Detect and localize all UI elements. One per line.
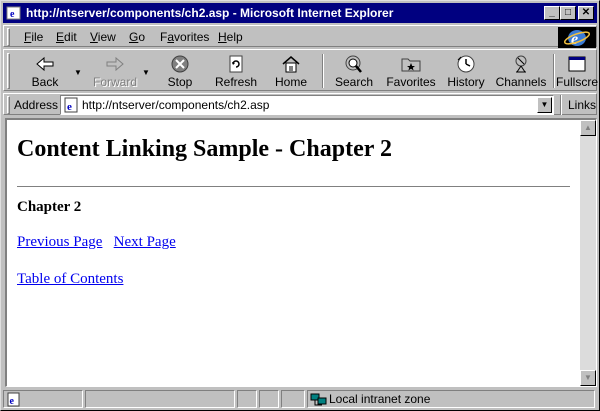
next-page-link[interactable]: Next Page <box>114 234 176 250</box>
address-dropdown-icon[interactable]: ▼ <box>537 97 552 113</box>
back-button[interactable]: Back <box>20 52 70 90</box>
toolbar-grip[interactable] <box>7 53 10 89</box>
toolbar-separator <box>322 54 324 88</box>
standard-toolbar: Back ▼ Forward ▼ Stop Refresh Home Searc… <box>3 49 598 91</box>
stop-icon <box>171 55 189 73</box>
minimize-button[interactable]: _ <box>544 6 560 20</box>
home-label: Home <box>274 75 307 89</box>
fullscreen-icon <box>568 56 586 72</box>
status-page-icon: e <box>7 392 20 407</box>
refresh-icon <box>229 55 243 73</box>
channels-button[interactable]: Channels <box>494 52 548 90</box>
search-button[interactable]: Search <box>330 52 378 90</box>
scroll-down-icon[interactable]: ▼ <box>580 370 596 386</box>
status-pane <box>237 390 257 408</box>
menu-grip[interactable] <box>7 28 10 46</box>
address-label: Address <box>14 98 59 112</box>
menu-help[interactable]: Help <box>218 30 243 44</box>
search-label: Search <box>334 75 374 89</box>
horizontal-rule <box>17 186 570 188</box>
ie-logo: e <box>558 27 596 48</box>
search-globe-icon <box>345 55 362 73</box>
fullscreen-button[interactable]: Fullscre <box>556 52 598 90</box>
back-dropdown-icon[interactable]: ▼ <box>74 68 82 77</box>
status-progress-pane <box>85 390 235 408</box>
address-value: http://ntserver/components/ch2.asp <box>82 98 270 112</box>
address-input[interactable]: e http://ntserver/components/ch2.asp ▼ <box>60 95 554 115</box>
favorites-label: Favorites <box>386 75 436 89</box>
chapter-heading: Chapter 2 <box>17 199 82 215</box>
svg-text:e: e <box>10 396 15 407</box>
toc-block: Table of Contents <box>17 271 570 288</box>
back-arrow-icon <box>36 56 54 72</box>
status-pane <box>259 390 279 408</box>
menu-go[interactable]: Go <box>129 30 145 44</box>
content-frame: Content Linking Sample - Chapter 2 Chapt… <box>5 118 597 387</box>
address-grip[interactable] <box>7 96 10 114</box>
svg-text:e: e <box>10 9 15 20</box>
page-heading: Content Linking Sample - Chapter 2 <box>17 136 392 162</box>
zone-label: Local intranet zone <box>329 392 431 406</box>
refresh-button[interactable]: Refresh <box>212 52 260 90</box>
close-button[interactable]: ✕ <box>578 6 594 20</box>
browser-window: e http://ntserver/components/ch2.asp - M… <box>0 0 600 411</box>
address-separator <box>560 95 562 115</box>
channels-label: Channels <box>495 75 547 89</box>
nav-links: Previous Page Next Page <box>17 234 570 251</box>
status-pane <box>281 390 305 408</box>
status-main-pane: e <box>3 390 83 408</box>
scroll-up-icon[interactable]: ▲ <box>580 120 596 136</box>
fullscreen-label: Fullscre <box>556 75 598 89</box>
ie-e-icon: e <box>563 30 591 48</box>
status-bar: e Local intranet zone <box>3 389 597 409</box>
menu-edit[interactable]: Edit <box>56 30 77 44</box>
refresh-label: Refresh <box>214 75 258 89</box>
menu-favorites[interactable]: Favorites <box>160 30 209 44</box>
vertical-scrollbar[interactable]: ▲ ▼ <box>580 120 596 386</box>
stop-label: Stop <box>167 75 193 89</box>
home-button[interactable]: Home <box>268 52 314 90</box>
ie-page-icon[interactable]: e <box>6 6 22 20</box>
forward-button[interactable]: Forward <box>90 52 140 90</box>
forward-dropdown-icon[interactable]: ▼ <box>142 68 150 77</box>
history-button[interactable]: History <box>444 52 488 90</box>
page-content: Content Linking Sample - Chapter 2 Chapt… <box>7 120 580 386</box>
forward-arrow-icon <box>106 56 124 72</box>
menu-bar: File Edit View Go Favorites Help e <box>3 25 597 48</box>
svg-text:e: e <box>67 101 72 113</box>
toolbar-separator <box>553 54 555 88</box>
back-label: Back <box>31 75 59 89</box>
history-icon <box>457 55 475 73</box>
home-icon <box>282 56 300 73</box>
menu-view[interactable]: View <box>90 30 116 44</box>
links-button[interactable]: Links <box>568 98 596 112</box>
window-title: http://ntserver/components/ch2.asp - Mic… <box>26 6 394 20</box>
table-of-contents-link[interactable]: Table of Contents <box>17 271 123 287</box>
address-bar: Address e http://ntserver/components/ch2… <box>3 93 597 115</box>
previous-page-link[interactable]: Previous Page <box>17 234 102 250</box>
maximize-button[interactable]: □ <box>560 6 576 20</box>
page-icon: e <box>64 97 78 113</box>
history-label: History <box>447 75 485 89</box>
stop-button[interactable]: Stop <box>158 52 202 90</box>
channels-satellite-icon <box>515 55 527 73</box>
favorites-button[interactable]: Favorites <box>384 52 438 90</box>
forward-label: Forward <box>92 75 137 89</box>
favorites-folder-icon <box>401 58 421 72</box>
menu-file[interactable]: File <box>24 30 43 44</box>
title-bar[interactable]: e http://ntserver/components/ch2.asp - M… <box>3 3 597 23</box>
intranet-zone-icon <box>310 393 327 406</box>
